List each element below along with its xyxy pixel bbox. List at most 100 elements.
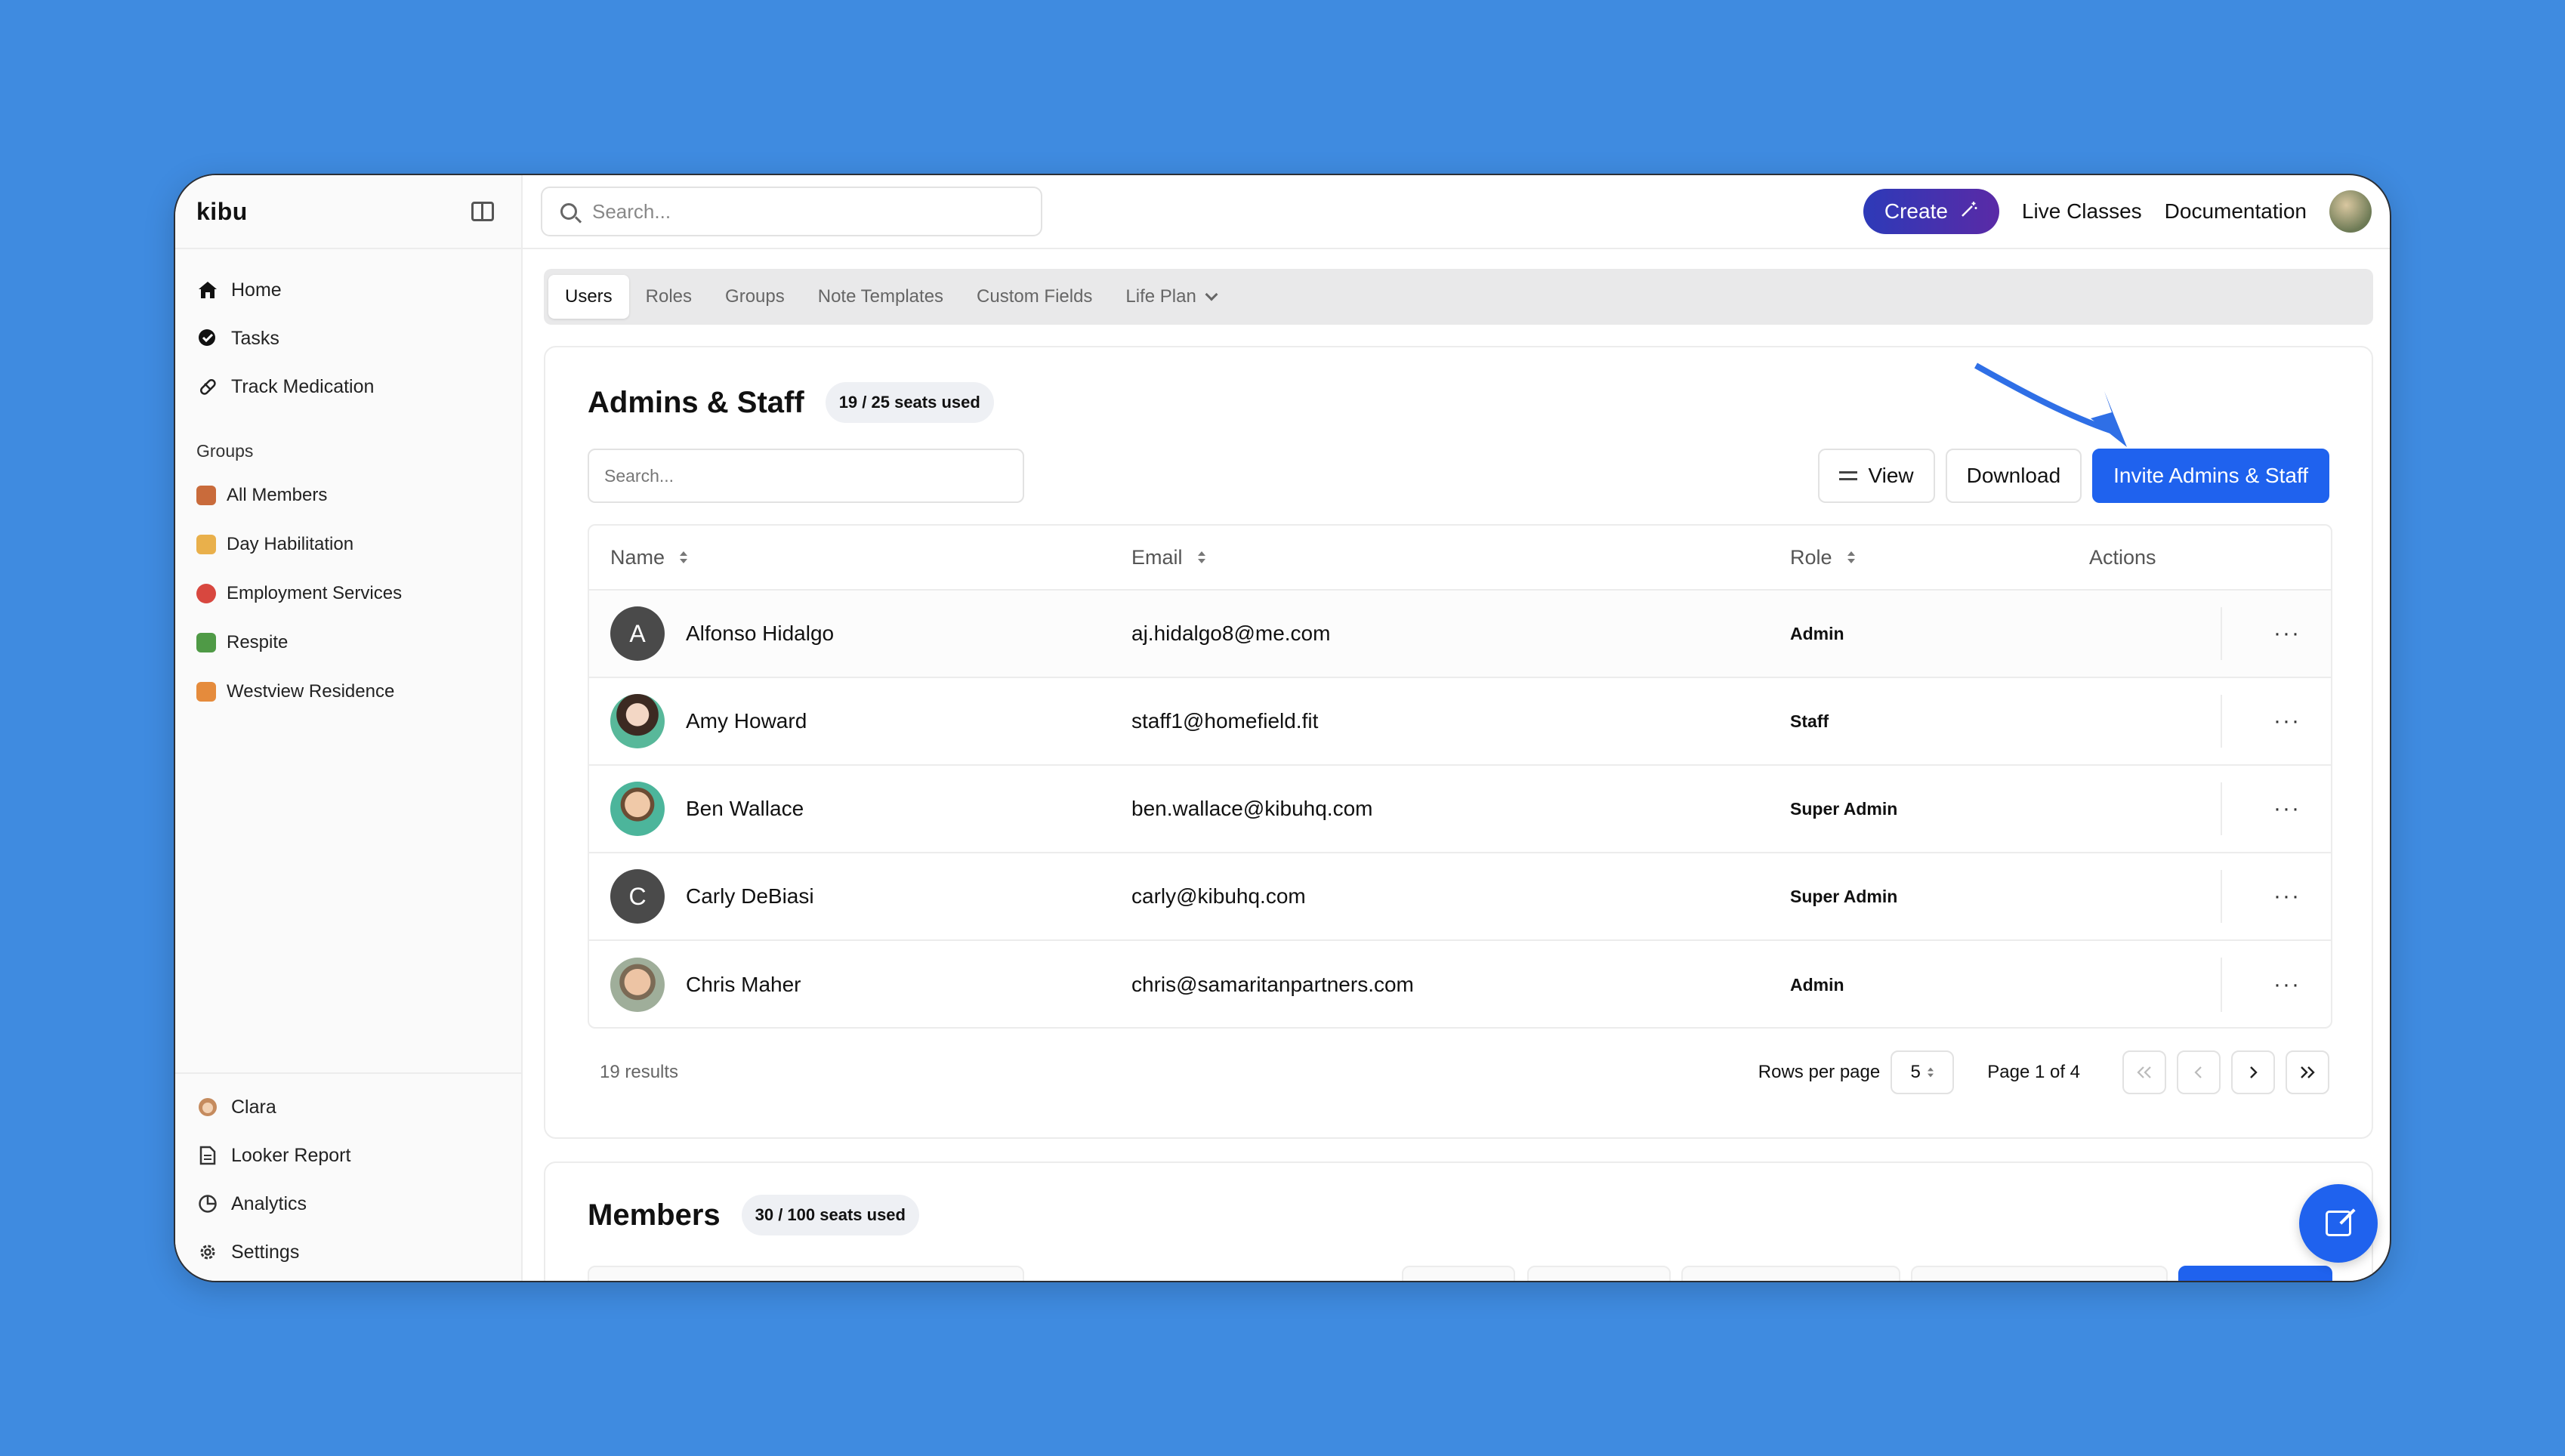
- next-page-button[interactable]: [2231, 1050, 2275, 1094]
- first-page-button[interactable]: [2122, 1050, 2166, 1094]
- pie-chart-icon: [196, 1192, 219, 1215]
- sunset-emoji-icon: [196, 681, 216, 702]
- actions-cell: ···: [2089, 678, 2331, 764]
- sort-icon: [680, 551, 688, 563]
- rows-per-page-select[interactable]: 5: [1891, 1050, 1955, 1094]
- table-row[interactable]: Chris Maher chris@samaritanpartners.com …: [589, 941, 2331, 1027]
- admins-search-input[interactable]: Search...: [588, 449, 1024, 503]
- table-header: Name Email Role Actions: [589, 526, 2331, 591]
- results-count: 19 results: [600, 1062, 679, 1082]
- avatar: [610, 782, 665, 836]
- members-search-input[interactable]: [588, 1266, 1024, 1281]
- last-page-button[interactable]: [2286, 1050, 2329, 1094]
- more-options-icon[interactable]: ···: [2273, 972, 2301, 998]
- members-card: Members 30 / 100 seats used: [544, 1161, 2373, 1281]
- invite-members-button[interactable]: [2178, 1266, 2332, 1281]
- more-options-icon[interactable]: ···: [2273, 796, 2301, 822]
- name-cell: Chris Maher: [589, 958, 1131, 1012]
- more-options-icon[interactable]: ···: [2273, 621, 2301, 646]
- table-footer: 19 results Rows per page 5 Page 1 of 4: [588, 1050, 2329, 1095]
- table-row[interactable]: C Carly DeBiasi carly@kibuhq.com Super A…: [589, 853, 2331, 941]
- settings-tabs: Users Roles Groups Note Templates Custom…: [544, 269, 2373, 325]
- sidebar-group-employment-services[interactable]: Employment Services: [175, 569, 521, 618]
- documentation-link[interactable]: Documentation: [2165, 199, 2307, 224]
- role-cell: Admin: [1790, 623, 1844, 643]
- compose-fab[interactable]: [2299, 1184, 2378, 1263]
- view-button[interactable]: View: [1818, 449, 1935, 503]
- document-icon: [196, 1144, 219, 1167]
- app-window: kibu Home Tasks Track Medication Groups …: [174, 174, 2391, 1282]
- previous-page-button[interactable]: [2177, 1050, 2221, 1094]
- page-indicator: Page 1 of 4: [1987, 1062, 2080, 1082]
- groups-heading: Groups: [196, 441, 254, 461]
- sidebar-item-settings[interactable]: Settings: [175, 1228, 521, 1276]
- global-search-input[interactable]: Search...: [541, 187, 1042, 236]
- table-row[interactable]: Amy Howard staff1@homefield.fit Staff ··…: [589, 678, 2331, 766]
- tab-roles[interactable]: Roles: [629, 275, 708, 319]
- top-actions: Create Live Classes Documentation: [1863, 189, 2372, 234]
- table-row[interactable]: Ben Wallace ben.wallace@kibuhq.com Super…: [589, 766, 2331, 853]
- tab-groups[interactable]: Groups: [708, 275, 801, 319]
- sidebar-item-clara[interactable]: Clara: [175, 1083, 521, 1131]
- rows-per-page-value: 5: [1910, 1062, 1921, 1082]
- table-row[interactable]: A Alfonso Hidalgo aj.hidalgo8@me.com Adm…: [589, 591, 2331, 678]
- sidebar-item-label: Clara: [231, 1096, 276, 1118]
- tab-label: Life Plan: [1125, 286, 1196, 307]
- user-avatar[interactable]: [2329, 190, 2372, 233]
- tab-users[interactable]: Users: [548, 275, 629, 319]
- sidebar-item-label: Home: [231, 279, 282, 301]
- email-column-header[interactable]: Email: [1131, 546, 1790, 569]
- members-toolbar-button[interactable]: [1527, 1266, 1671, 1281]
- actions-column-header: Actions: [2089, 546, 2156, 569]
- seats-badge: 30 / 100 seats used: [741, 1195, 919, 1235]
- seats-badge: 19 / 25 seats used: [825, 382, 994, 423]
- double-chevron-right-icon: [2301, 1066, 2315, 1078]
- search-icon: [560, 203, 577, 220]
- column-label: Actions: [2089, 545, 2156, 569]
- users-table: Name Email Role Actions A Alfonso Hidalg…: [588, 524, 2332, 1029]
- more-options-icon[interactable]: ···: [2273, 708, 2301, 734]
- name-cell: Amy Howard: [589, 694, 1131, 748]
- sidebar-item-label: Tasks: [231, 327, 279, 349]
- live-classes-link[interactable]: Live Classes: [2022, 199, 2142, 224]
- user-name: Chris Maher: [686, 973, 801, 996]
- house-emoji-icon: [196, 485, 216, 505]
- sidebar-item-track-medication[interactable]: Track Medication: [175, 362, 521, 411]
- sidebar-item-home[interactable]: Home: [175, 266, 521, 314]
- group-label: Respite: [227, 631, 289, 652]
- members-toolbar-button[interactable]: [1402, 1266, 1515, 1281]
- members-toolbar-button[interactable]: [1911, 1266, 2168, 1281]
- actions-cell: ···: [2089, 591, 2331, 677]
- members-toolbar-button[interactable]: [1681, 1266, 1900, 1281]
- name-cell: A Alfonso Hidalgo: [589, 606, 1131, 661]
- create-button[interactable]: Create: [1863, 189, 1999, 234]
- card-header: Members 30 / 100 seats used: [588, 1195, 919, 1235]
- sidebar-item-analytics[interactable]: Analytics: [175, 1180, 521, 1228]
- tab-life-plan[interactable]: Life Plan: [1109, 275, 1232, 319]
- avatar: C: [610, 869, 665, 924]
- sliders-icon: [1839, 467, 1858, 484]
- name-column-header[interactable]: Name: [589, 546, 1131, 569]
- search-placeholder: Search...: [592, 199, 671, 223]
- sidebar-item-tasks[interactable]: Tasks: [175, 314, 521, 362]
- tab-note-templates[interactable]: Note Templates: [801, 275, 960, 319]
- role-column-header[interactable]: Role: [1790, 546, 2089, 569]
- brand-row: kibu: [175, 175, 521, 249]
- pill-icon: [196, 375, 219, 398]
- tab-custom-fields[interactable]: Custom Fields: [960, 275, 1109, 319]
- sidebar-group-all-members[interactable]: All Members: [175, 470, 521, 520]
- members-title: Members: [588, 1198, 721, 1232]
- sidebar-item-looker-report[interactable]: Looker Report: [175, 1131, 521, 1180]
- annotation-arrow-icon: [1974, 362, 2127, 447]
- brand-logo[interactable]: kibu: [196, 198, 248, 226]
- sidebar-group-respite[interactable]: Respite: [175, 618, 521, 667]
- sidebar-group-westview-residence[interactable]: Westview Residence: [175, 667, 521, 716]
- sidebar-group-day-habilitation[interactable]: Day Habilitation: [175, 520, 521, 569]
- more-options-icon[interactable]: ···: [2273, 884, 2301, 909]
- group-label: Day Habilitation: [227, 533, 354, 554]
- email-cell: chris@samaritanpartners.com: [1131, 973, 1414, 996]
- sidebar-item-label: Analytics: [231, 1192, 307, 1214]
- sidebar: kibu Home Tasks Track Medication Groups …: [175, 175, 523, 1281]
- email-cell: ben.wallace@kibuhq.com: [1131, 797, 1373, 820]
- toggle-sidebar-icon[interactable]: [471, 202, 494, 221]
